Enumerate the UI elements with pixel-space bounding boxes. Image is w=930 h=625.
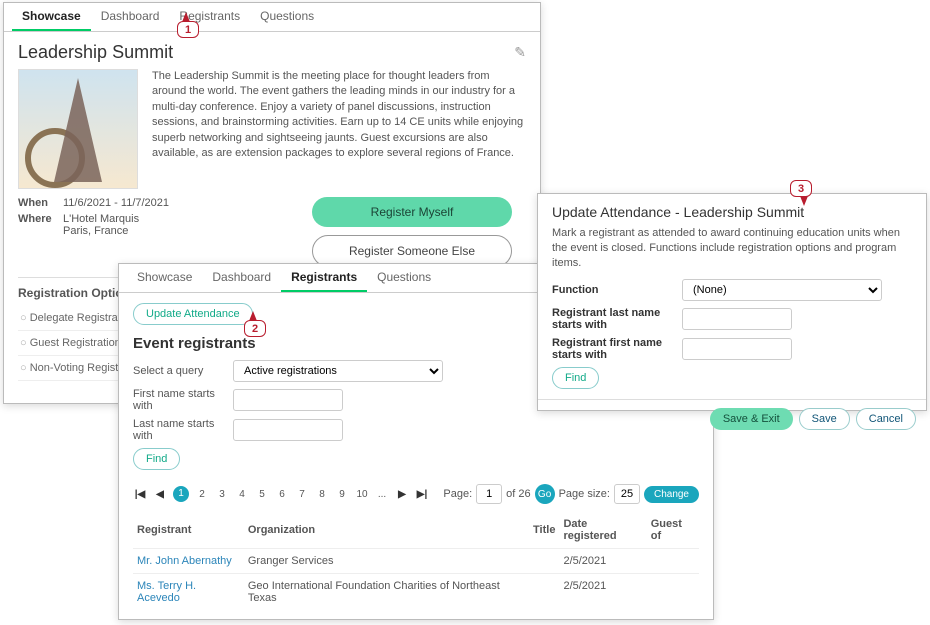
org-cell: Granger Services	[244, 549, 529, 574]
select-query-label: Select a query	[133, 365, 233, 377]
callout-1: 1	[177, 21, 199, 38]
fn-input[interactable]	[682, 338, 792, 360]
registrant-link[interactable]: Mr. John Abernathy	[137, 555, 232, 567]
fn-label: Registrant first name starts with	[552, 337, 682, 361]
col-organization: Organization	[244, 512, 529, 549]
page-number[interactable]: 1	[173, 486, 189, 502]
col-guest: Guest of	[647, 512, 699, 549]
page-input[interactable]	[476, 484, 502, 504]
update-attendance-button[interactable]: Update Attendance	[133, 303, 253, 325]
guest-cell	[647, 574, 699, 611]
prev-page-icon[interactable]: ◀	[153, 489, 167, 500]
ln-label: Registrant last name starts with	[552, 307, 682, 331]
page-size-label: Page size:	[559, 488, 610, 500]
where-value: L'Hotel Marquis Paris, France	[63, 213, 298, 237]
tab-questions[interactable]: Questions	[250, 3, 324, 31]
page-number[interactable]: 9	[335, 489, 349, 500]
ln-input[interactable]	[682, 308, 792, 330]
tab-questions[interactable]: Questions	[367, 264, 441, 292]
next-page-icon[interactable]: ▶	[395, 489, 409, 500]
tab-registrants[interactable]: Registrants	[281, 264, 367, 292]
last-page-icon[interactable]: ▶|	[415, 489, 429, 500]
edit-icon[interactable]: ✎	[514, 44, 526, 61]
callout-3: 3	[790, 180, 812, 197]
first-name-input[interactable]	[233, 389, 343, 411]
where-label: Where	[18, 213, 63, 237]
find-button[interactable]: Find	[133, 448, 180, 470]
go-button[interactable]: Go	[535, 484, 555, 504]
tab-showcase[interactable]: Showcase	[12, 3, 91, 31]
register-myself-button[interactable]: Register Myself	[312, 197, 512, 227]
pager: |◀ ◀ 1 2 3 4 5 6 7 8 9 10 ... ▶ ▶| Page:…	[133, 484, 699, 504]
title-cell	[529, 549, 559, 574]
page-number-more[interactable]: ...	[375, 489, 389, 500]
when-label: When	[18, 197, 63, 209]
col-registrant: Registrant	[133, 512, 244, 549]
function-label: Function	[552, 284, 682, 296]
event-image	[18, 69, 138, 189]
page-number[interactable]: 5	[255, 489, 269, 500]
p1-tabs: Showcase Dashboard Registrants Questions	[4, 3, 540, 32]
table-row: Ms. Terry H. Acevedo Geo International F…	[133, 574, 699, 611]
col-title: Title	[529, 512, 559, 549]
date-cell: 2/5/2021	[559, 549, 646, 574]
save-button[interactable]: Save	[799, 408, 850, 430]
dialog-title: Update Attendance - Leadership Summit	[552, 204, 912, 220]
last-name-label: Last name starts with	[133, 418, 233, 442]
page-number[interactable]: 2	[195, 489, 209, 500]
tab-dashboard[interactable]: Dashboard	[202, 264, 281, 292]
guest-cell	[647, 549, 699, 574]
registrant-link[interactable]: Ms. Terry H. Acevedo	[137, 580, 196, 604]
page-label: Page:	[443, 488, 472, 500]
org-cell: Geo International Foundation Charities o…	[244, 574, 529, 611]
cancel-button[interactable]: Cancel	[856, 408, 916, 430]
first-page-icon[interactable]: |◀	[133, 489, 147, 500]
table-row: Mr. John Abernathy Granger Services 2/5/…	[133, 549, 699, 574]
update-attendance-dialog: Update Attendance - Leadership Summit Ma…	[537, 193, 927, 411]
first-name-label: First name starts with	[133, 388, 233, 412]
change-button[interactable]: Change	[644, 486, 699, 503]
page-of-label: of 26	[506, 488, 530, 500]
page-number[interactable]: 3	[215, 489, 229, 500]
page-number[interactable]: 10	[355, 489, 369, 500]
col-date: Date registered	[559, 512, 646, 549]
date-cell: 2/5/2021	[559, 574, 646, 611]
event-title: Leadership Summit	[18, 42, 173, 63]
page-number[interactable]: 6	[275, 489, 289, 500]
last-name-input[interactable]	[233, 419, 343, 441]
callout-2: 2	[244, 320, 266, 337]
event-description: The Leadership Summit is the meeting pla…	[152, 69, 526, 189]
tab-showcase[interactable]: Showcase	[127, 264, 202, 292]
registrants-table: Registrant Organization Title Date regis…	[133, 512, 699, 610]
page-number[interactable]: 8	[315, 489, 329, 500]
page-number[interactable]: 4	[235, 489, 249, 500]
dialog-description: Mark a registrant as attended to award c…	[552, 226, 912, 271]
title-cell	[529, 574, 559, 611]
tab-dashboard[interactable]: Dashboard	[91, 3, 170, 31]
when-value: 11/6/2021 - 11/7/2021	[63, 197, 298, 209]
save-exit-button[interactable]: Save & Exit	[710, 408, 793, 430]
page-size-input[interactable]	[614, 484, 640, 504]
function-select[interactable]: (None)	[682, 279, 882, 301]
page-number[interactable]: 7	[295, 489, 309, 500]
find-button[interactable]: Find	[552, 367, 599, 389]
select-query[interactable]: Active registrations	[233, 360, 443, 382]
